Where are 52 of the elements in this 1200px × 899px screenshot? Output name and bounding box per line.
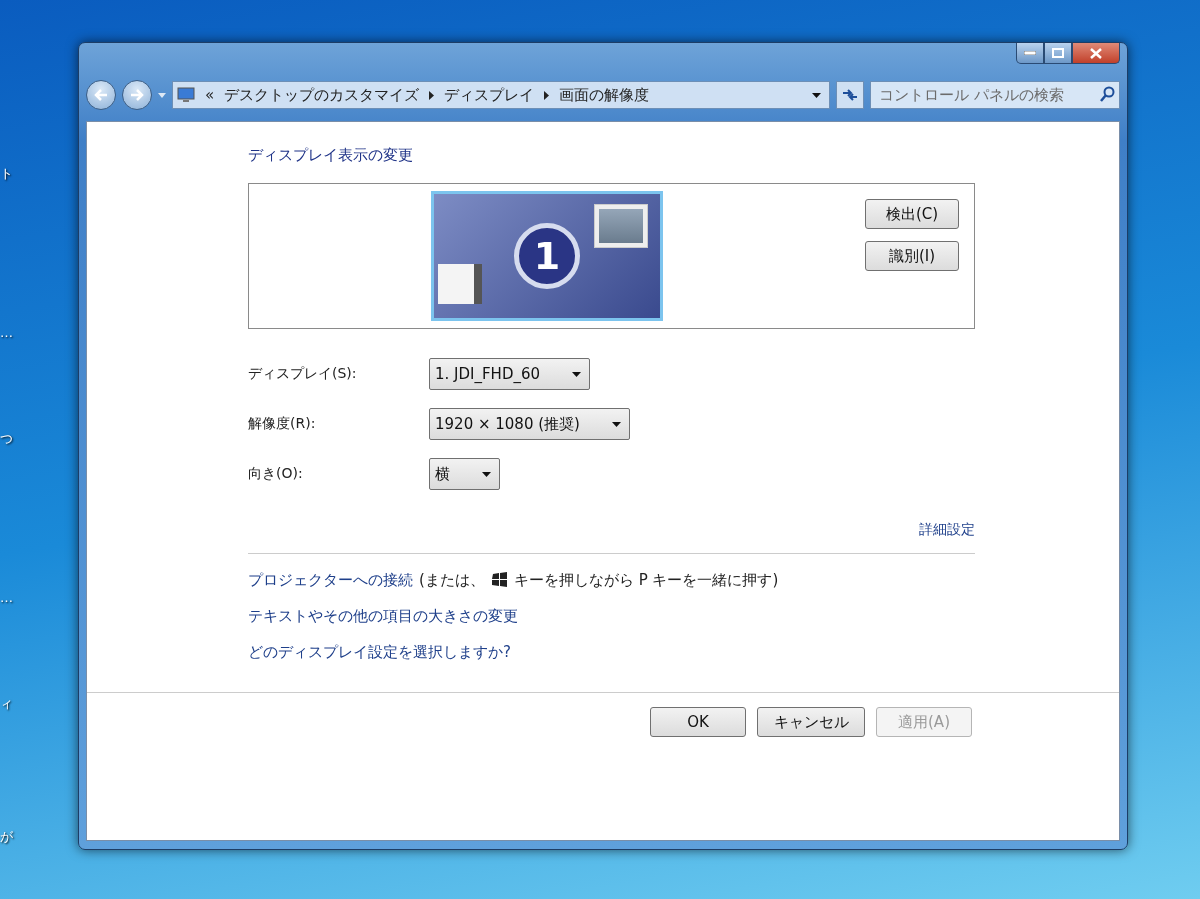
- search-icon[interactable]: [1099, 86, 1115, 103]
- dialog-button[interactable]: OK: [650, 707, 746, 737]
- shortcut-hint: キーを押しながら P キーを一緒に押す): [513, 570, 779, 590]
- settings-link[interactable]: どのディスプレイ設定を選択しますか?: [248, 642, 511, 662]
- dropdown-arrow-icon: [611, 421, 621, 427]
- breadcrumb-item[interactable]: 画面の解像度: [559, 85, 650, 105]
- history-caret-icon[interactable]: [158, 92, 166, 98]
- breadcrumb-separator-icon[interactable]: [544, 90, 550, 100]
- forward-arrow-icon: [130, 89, 144, 101]
- minimize-icon: [1024, 51, 1036, 55]
- dropdown-arrow-icon: [482, 471, 491, 477]
- setting-dropdown[interactable]: 1. JDI_FHD_60: [429, 358, 591, 390]
- monitor-thumbnail[interactable]: 1: [431, 191, 663, 321]
- desktop-icon-label[interactable]: …: [0, 325, 13, 340]
- mini-gadget-drawing: [438, 264, 482, 304]
- windows-logo-icon: [490, 572, 508, 588]
- address-bar[interactable]: « デスクトップのカスタマイズ ディスプレイ 画面の解像度: [172, 81, 830, 109]
- shortcut-hint: (または、: [419, 570, 485, 590]
- maximize-icon: [1052, 48, 1064, 58]
- desktop-icon-label[interactable]: ト: [0, 165, 13, 183]
- breadcrumb-item[interactable]: ディスプレイ: [444, 85, 535, 105]
- breadcrumb-item[interactable]: デスクトップのカスタマイズ: [224, 85, 420, 105]
- mini-window-drawing: [594, 204, 648, 248]
- breadcrumb-overflow[interactable]: «: [205, 86, 215, 104]
- setting-label: 向き(O):: [248, 465, 304, 483]
- desktop-icon-label[interactable]: つ: [0, 430, 13, 448]
- monitor-number: 1: [514, 223, 580, 289]
- maximize-button[interactable]: [1044, 43, 1072, 64]
- setting-label: ディスプレイ(S):: [248, 365, 358, 383]
- back-button[interactable]: [86, 80, 116, 110]
- search-field[interactable]: コントロール パネルの検索: [870, 81, 1120, 109]
- monitor-icon: [177, 87, 195, 103]
- advanced-settings-link[interactable]: 詳細設定: [919, 521, 975, 539]
- setting-label: 解像度(R):: [248, 415, 317, 433]
- refresh-arrows-icon: [842, 88, 858, 102]
- close-icon: [1090, 47, 1102, 59]
- dropdown-arrow-icon: [812, 92, 821, 98]
- detect-button[interactable]: 検出(C): [865, 199, 959, 229]
- projector-link[interactable]: プロジェクターへの接続: [248, 570, 413, 590]
- dialog-button[interactable]: キャンセル: [757, 707, 865, 737]
- close-button[interactable]: [1072, 43, 1120, 64]
- setting-dropdown[interactable]: 横: [429, 458, 500, 490]
- setting-dropdown[interactable]: 1920 × 1080 (推奨): [429, 408, 630, 440]
- dropdown-arrow-icon: [572, 371, 582, 377]
- breadcrumb-separator-icon[interactable]: [429, 90, 435, 100]
- back-arrow-icon: [94, 89, 108, 101]
- settings-link[interactable]: テキストやその他の項目の大きさの変更: [248, 606, 518, 626]
- section-heading: ディスプレイ表示の変更: [248, 146, 414, 165]
- refresh-button[interactable]: [836, 81, 864, 109]
- minimize-button[interactable]: [1016, 43, 1044, 64]
- identify-button[interactable]: 識別(I): [865, 241, 959, 271]
- forward-button[interactable]: [122, 80, 152, 110]
